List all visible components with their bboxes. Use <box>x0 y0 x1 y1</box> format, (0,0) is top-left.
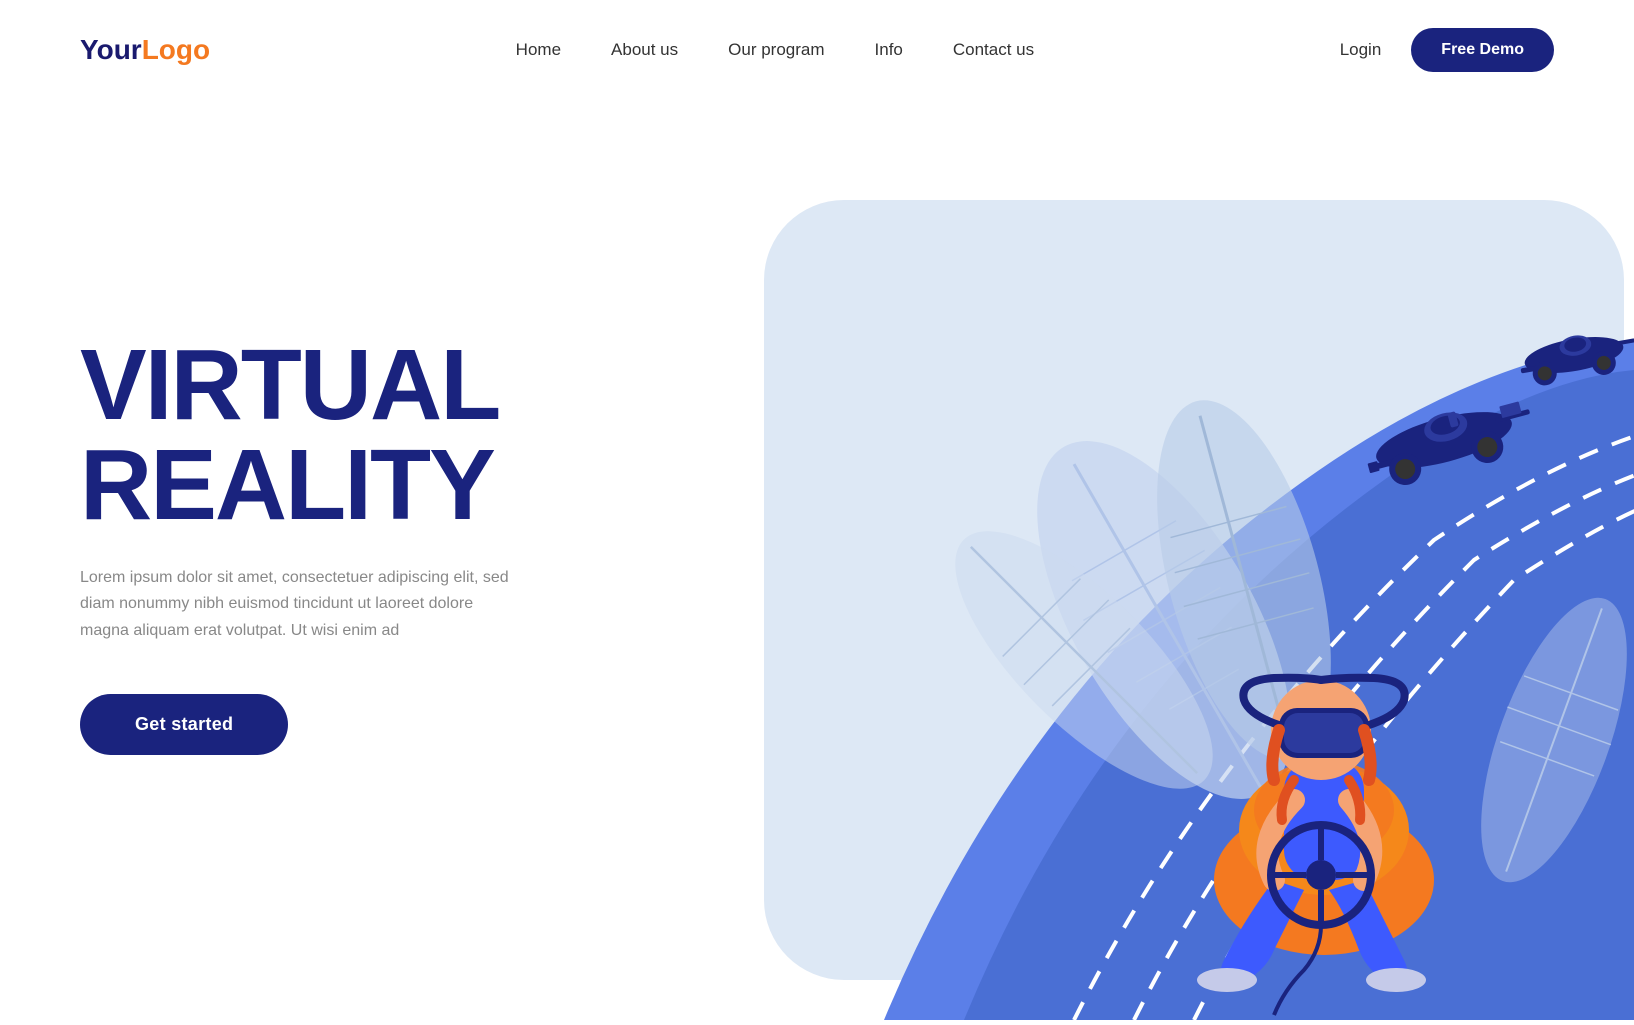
header-actions: Login Free Demo <box>1340 28 1554 72</box>
hero-title: VIRTUAL REALITY <box>80 335 600 535</box>
vr-illustration-svg <box>684 160 1634 1020</box>
get-started-button[interactable]: Get started <box>80 694 288 755</box>
hero-title-line2: REALITY <box>80 429 494 541</box>
nav-home[interactable]: Home <box>516 40 561 60</box>
hero-left: VIRTUAL REALITY Lorem ipsum dolor sit am… <box>80 335 600 755</box>
main-content: VIRTUAL REALITY Lorem ipsum dolor sit am… <box>0 100 1634 970</box>
hero-illustration <box>684 160 1634 1020</box>
login-button[interactable]: Login <box>1340 40 1382 60</box>
nav-about-us[interactable]: About us <box>611 40 678 60</box>
logo: YourLogo <box>80 34 210 66</box>
header: YourLogo Home About us Our program Info … <box>0 0 1634 100</box>
logo-your-text: Your <box>80 34 142 65</box>
nav-contact-us[interactable]: Contact us <box>953 40 1034 60</box>
free-demo-button[interactable]: Free Demo <box>1411 28 1554 72</box>
main-nav: Home About us Our program Info Contact u… <box>516 40 1034 60</box>
nav-our-program[interactable]: Our program <box>728 40 824 60</box>
nav-info[interactable]: Info <box>875 40 903 60</box>
hero-description: Lorem ipsum dolor sit amet, consectetuer… <box>80 565 510 644</box>
logo-logo-text: Logo <box>142 34 210 65</box>
hero-title-line1: VIRTUAL <box>80 329 499 441</box>
